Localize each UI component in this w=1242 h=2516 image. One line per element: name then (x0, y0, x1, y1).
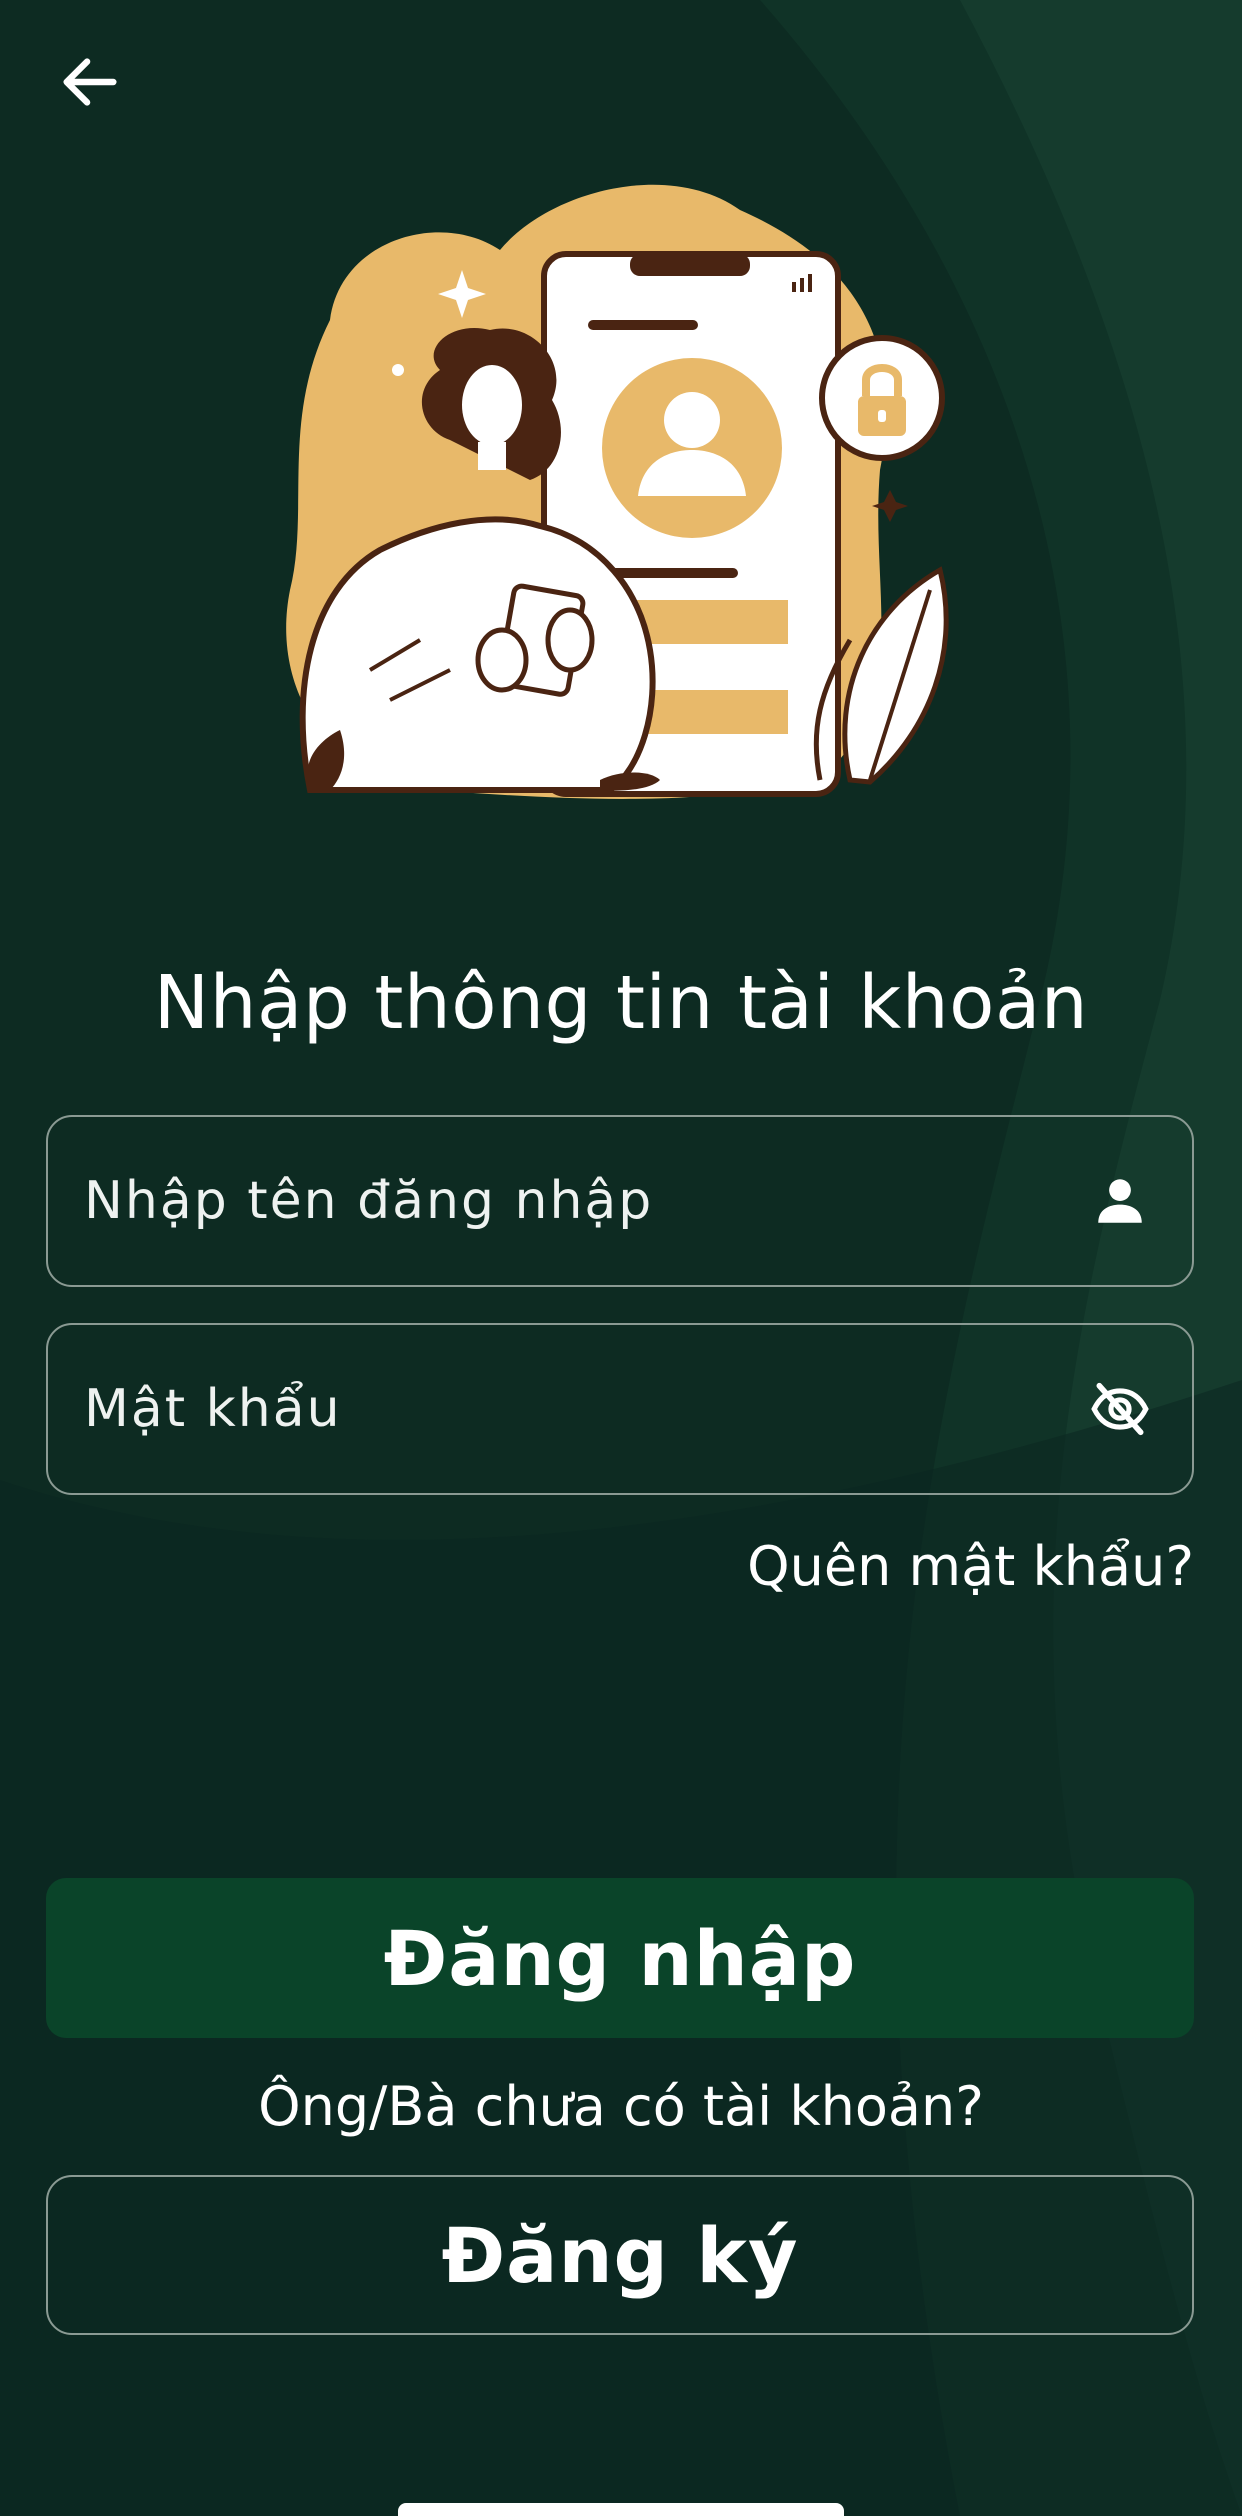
home-indicator (398, 2503, 844, 2516)
password-input[interactable] (48, 1324, 1084, 1494)
password-field[interactable] (46, 1323, 1194, 1495)
login-illustration (286, 184, 949, 799)
register-button[interactable]: Đăng ký (46, 2175, 1194, 2335)
page-title: Nhập thông tin tài khoản (153, 960, 1089, 1046)
username-field[interactable] (46, 1115, 1194, 1287)
login-button[interactable]: Đăng nhập (46, 1878, 1194, 2038)
forgot-password-link[interactable]: Quên mật khẩu? (747, 1535, 1194, 1598)
arrow-left-icon (63, 58, 117, 106)
username-input[interactable] (48, 1116, 1084, 1286)
person-icon (1084, 1165, 1156, 1237)
eye-off-icon[interactable] (1084, 1373, 1156, 1445)
no-account-text: Ông/Bà chưa có tài khoản? (258, 2075, 984, 2138)
back-button[interactable] (48, 40, 132, 124)
